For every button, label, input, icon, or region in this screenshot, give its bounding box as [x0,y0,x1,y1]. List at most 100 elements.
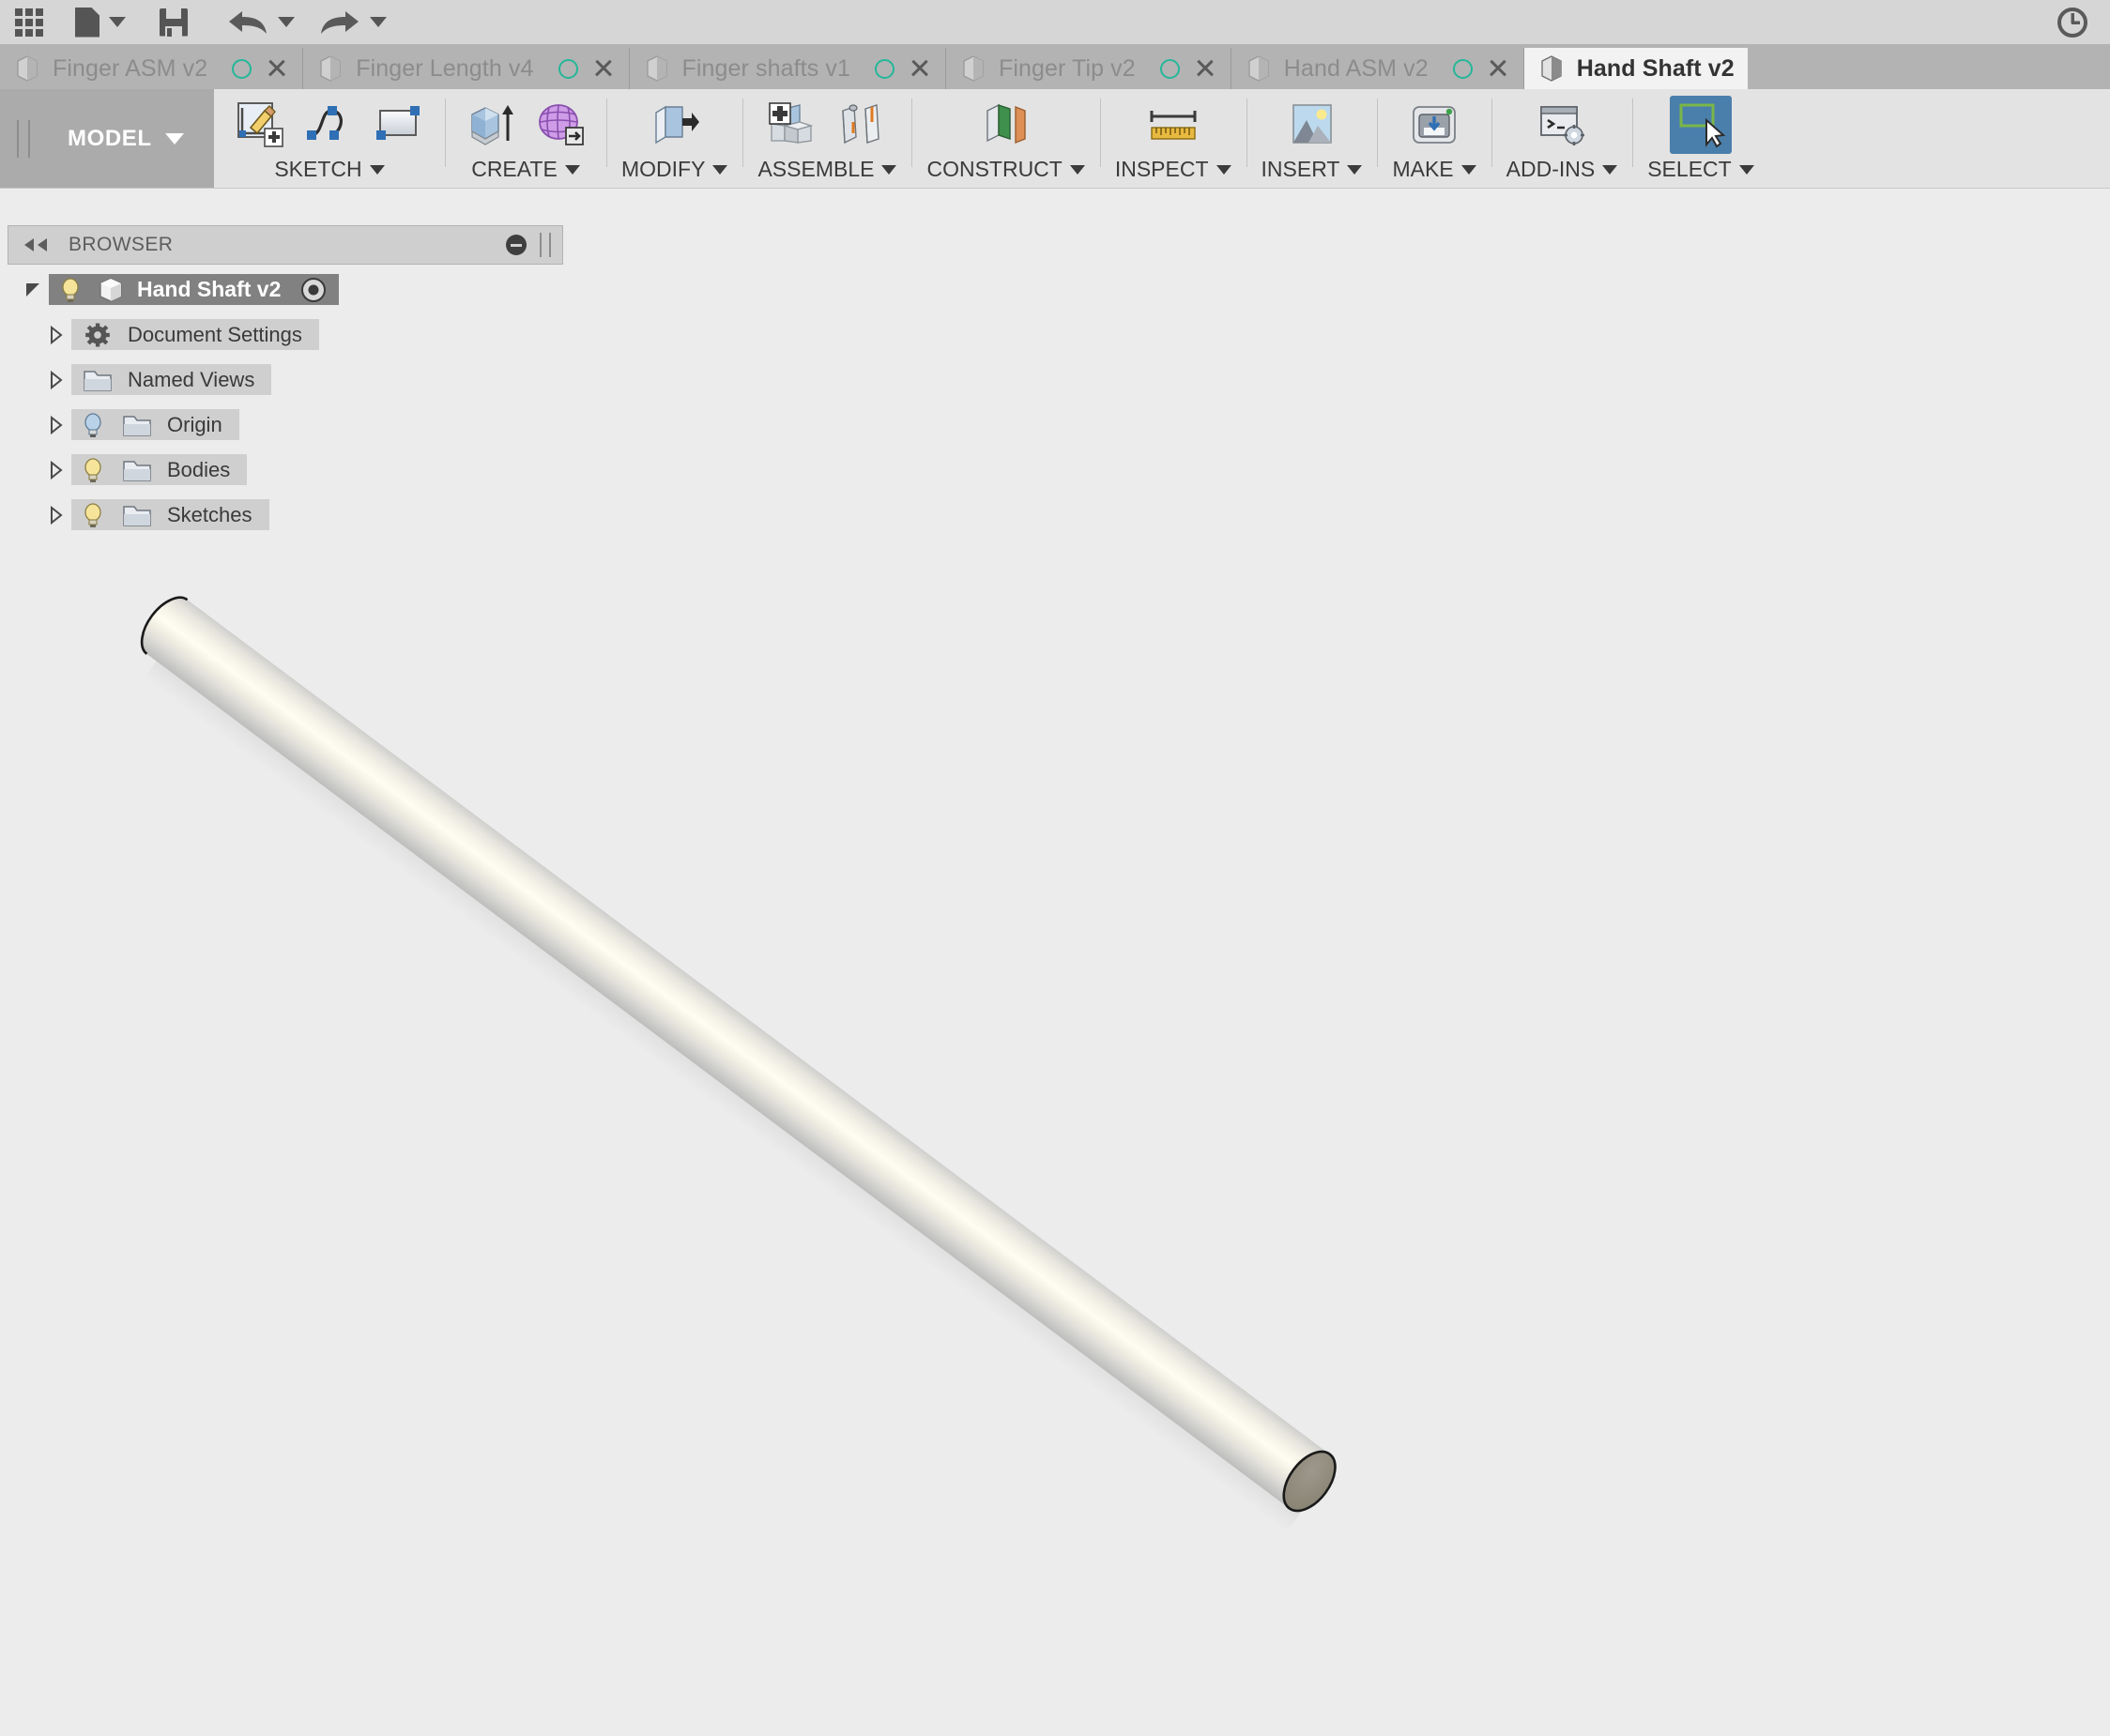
ribbon-toolbar: MODEL SKETCH CREATE MODIFY ASSEMBLE CONS… [0,89,2110,189]
offset-plane-button[interactable] [975,96,1037,154]
expand-arrow-icon[interactable] [39,370,71,390]
expand-arrow-icon[interactable] [39,415,71,435]
scripts-addins-icon [1540,106,1584,145]
tree-chip-named-views[interactable]: Named Views [71,364,272,395]
scripts-addins-button[interactable] [1531,96,1593,154]
chevron-down-icon[interactable] [164,132,184,145]
document-tab-1[interactable]: Finger Length v4 [303,48,630,89]
3d-print-button[interactable] [1403,96,1465,154]
workspace-switcher[interactable]: MODEL [0,89,214,188]
document-tab-0[interactable]: Finger ASM v2 [0,48,304,89]
component-cube-icon [963,55,984,82]
rectangle-icon [376,106,420,140]
active-component-radio-icon[interactable] [299,276,328,304]
press-pull-button[interactable] [644,96,706,154]
tree-row-hand-shaft[interactable]: Hand Shaft v2 [0,274,563,305]
document-tab-label: Finger Length v4 [356,54,534,82]
ribbon-panel-assemble: ASSEMBLE [742,89,911,188]
app-grid-button[interactable] [0,0,45,44]
ribbon-panel-make: MAKE [1377,89,1491,188]
expand-arrow-icon[interactable] [39,325,71,345]
lightbulb-off-icon[interactable] [79,411,107,439]
redo-button[interactable] [319,0,387,44]
history-button[interactable] [2056,0,2089,44]
tree-row-sketches[interactable]: Sketches [0,499,563,530]
ribbon-panel-sketch-label[interactable]: SKETCH [274,157,385,182]
lightbulb-on-icon[interactable] [79,501,107,529]
ribbon-panel-make-label[interactable]: MAKE [1392,157,1476,182]
tree-row-named-views[interactable]: Named Views [0,364,563,395]
panel-label-text: MAKE [1392,157,1454,181]
tree-row-document-settings[interactable]: Document Settings [0,319,563,350]
tree-chip-root[interactable]: Hand Shaft v2 [49,274,340,305]
chevron-down-icon[interactable] [109,17,126,27]
tree-label-document-settings: Document Settings [128,322,302,346]
close-icon[interactable] [265,56,289,81]
joint-button[interactable] [831,96,893,154]
ribbon-panel-construct-label[interactable]: CONSTRUCT [926,157,1085,182]
tree-label-origin: Origin [167,412,222,436]
3d-print-icon [1413,106,1456,144]
panel-label-text: INSERT [1261,157,1340,181]
select-button-active[interactable] [1669,96,1732,154]
ribbon-panel-inspect-label[interactable]: INSPECT [1115,157,1231,182]
extrude-button[interactable] [460,96,522,154]
new-document-button[interactable] [45,0,126,44]
save-icon [160,8,188,37]
chevron-down-icon [881,164,897,175]
close-icon[interactable] [1486,56,1510,81]
chevron-down-icon [1738,164,1754,175]
panel-label-text: CREATE [471,157,558,181]
document-tab-2[interactable]: Finger shafts v1 [629,48,946,89]
ribbon-panel-inspect: INSPECT [1099,89,1246,188]
tree-chip-sketches[interactable]: Sketches [71,499,269,530]
component-cube-icon [99,277,122,302]
chevron-down-icon [369,164,385,175]
panel-resize-handle[interactable] [540,233,551,257]
undo-button[interactable] [227,0,295,44]
ribbon-panel-assemble-label[interactable]: ASSEMBLE [757,157,897,182]
spline-button[interactable] [298,96,360,154]
document-tab-label: Hand Shaft v2 [1576,54,1735,82]
tree-chip-bodies[interactable]: Bodies [71,454,248,485]
close-icon[interactable] [1193,56,1217,81]
rectangle-button[interactable] [368,96,430,154]
document-tab-4[interactable]: Hand ASM v2 [1231,48,1524,89]
document-tab-label: Finger shafts v1 [681,54,850,82]
expand-arrow-icon[interactable] [39,460,71,480]
shaft-shadow [144,647,1309,1532]
create-form-button[interactable] [529,96,591,154]
measure-button[interactable] [1142,96,1204,154]
ribbon-panel-addins-label[interactable]: ADD-INS [1506,157,1618,182]
chevron-down-icon[interactable] [370,17,387,27]
expand-arrow-icon[interactable] [39,505,71,525]
double-chevron-left-icon[interactable] [22,237,50,252]
document-tab-3[interactable]: Finger Tip v2 [945,48,1231,89]
insert-image-button[interactable] [1281,96,1343,154]
ribbon-panel-insert-label[interactable]: INSERT [1261,157,1363,182]
component-cube-icon [1248,55,1269,82]
chevron-down-icon [712,164,728,175]
create-sketch-button[interactable] [229,96,291,154]
tree-row-origin[interactable]: Origin [0,409,563,440]
close-icon[interactable] [908,56,932,81]
lightbulb-on-icon[interactable] [79,456,107,484]
minus-circle-icon[interactable] [506,235,527,255]
document-tab-label: Finger Tip v2 [998,54,1136,82]
tree-chip-document-settings[interactable]: Document Settings [71,319,319,350]
expand-arrow-icon[interactable] [17,280,49,300]
chevron-down-icon [1602,164,1618,175]
gear-icon [85,323,110,346]
ribbon-panel-construct: CONSTRUCT [911,89,1099,188]
chevron-down-icon[interactable] [278,17,295,27]
ribbon-panel-modify-label[interactable]: MODIFY [621,157,728,182]
save-button[interactable] [126,0,188,44]
tree-row-bodies[interactable]: Bodies [0,454,563,485]
close-icon[interactable] [591,56,616,81]
ribbon-panel-create-label[interactable]: CREATE [471,157,580,182]
tree-chip-origin[interactable]: Origin [71,409,239,440]
ribbon-panel-select-label[interactable]: SELECT [1647,157,1754,182]
lightbulb-on-icon[interactable] [56,276,84,304]
document-tab-5-active[interactable]: Hand Shaft v2 [1523,48,1748,89]
new-component-button[interactable] [761,96,823,154]
